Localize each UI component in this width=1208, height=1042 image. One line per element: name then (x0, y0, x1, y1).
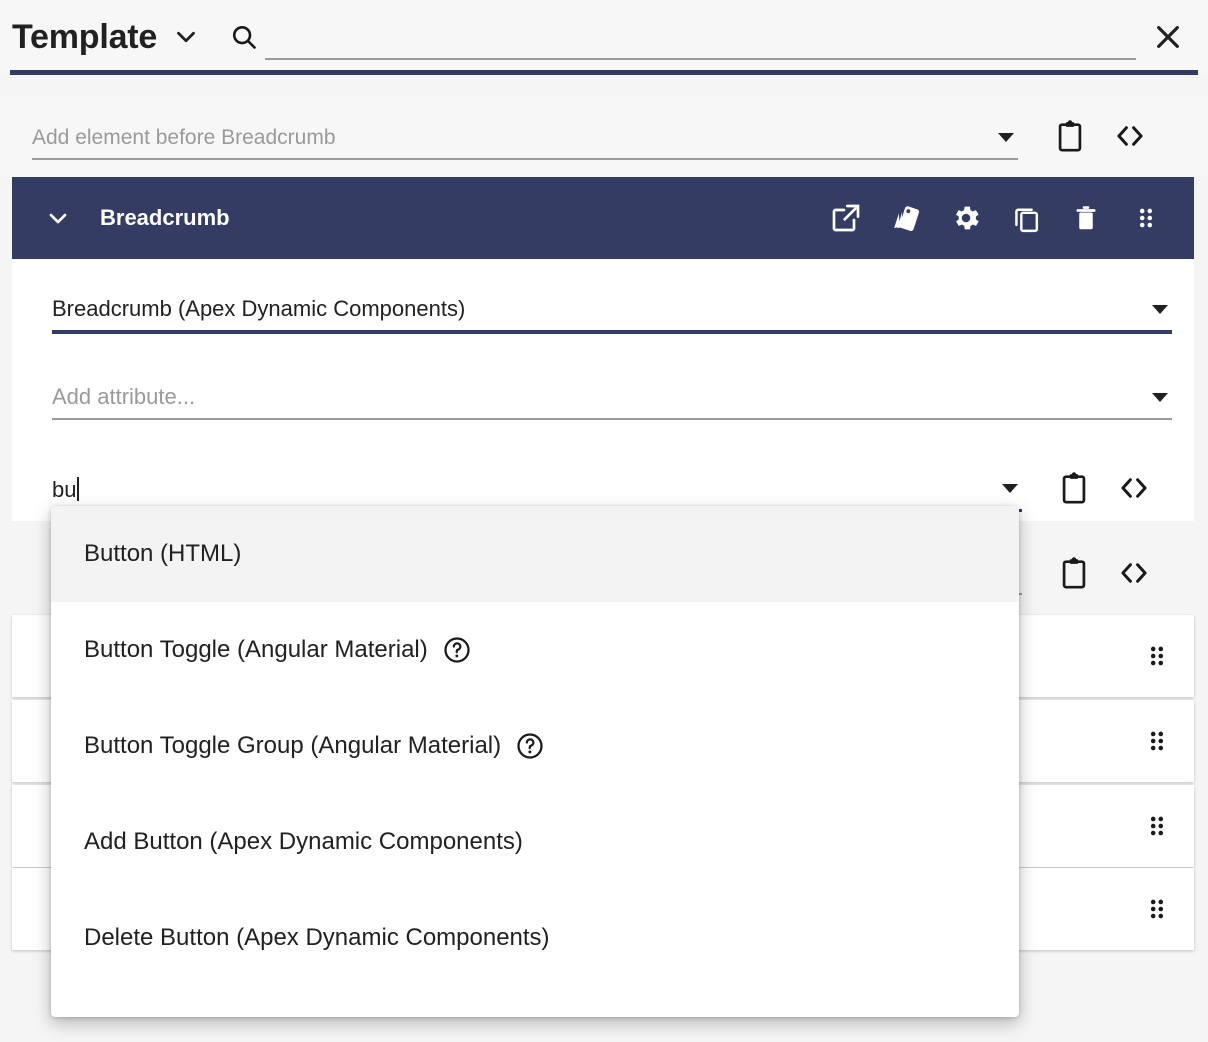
trash-icon[interactable] (1056, 188, 1116, 248)
copy-icon[interactable] (996, 188, 1056, 248)
add-attribute-placeholder: Add attribute... (52, 384, 196, 409)
close-icon[interactable] (1136, 5, 1200, 69)
autocomplete-option-delete-button[interactable]: Delete Button (Apex Dynamic Components) (51, 890, 1019, 986)
drag-handle-icon[interactable] (1144, 896, 1170, 922)
chevron-down-icon[interactable] (171, 22, 201, 52)
autocomplete-option-add-button[interactable]: Add Button (Apex Dynamic Components) (51, 794, 1019, 890)
autocomplete-option-button-html[interactable]: Button (HTML) (51, 506, 1019, 602)
gear-icon[interactable] (936, 188, 996, 248)
clipboard-icon[interactable] (1046, 460, 1102, 516)
drag-handle-icon[interactable] (1144, 643, 1170, 669)
autocomplete-option-label: Add Button (Apex Dynamic Components) (84, 828, 523, 855)
component-select-value: Breadcrumb (Apex Dynamic Components) (52, 296, 466, 321)
code-brackets-icon[interactable] (1102, 108, 1158, 164)
add-element-before-placeholder: Add element before Breadcrumb (32, 126, 336, 149)
add-element-before-select[interactable]: Add element before Breadcrumb (32, 112, 1018, 160)
search-icon[interactable] (229, 22, 259, 52)
child-element-input-value: bu (52, 477, 77, 502)
autocomplete-option-button-toggle-group[interactable]: Button Toggle Group (Angular Material) (51, 698, 1019, 794)
autocomplete-option-label: Button Toggle (Angular Material) (84, 636, 428, 663)
add-element-before-row: Add element before Breadcrumb (0, 95, 1208, 177)
element-header-label: Breadcrumb (100, 205, 230, 230)
template-editor-panel: Template Add element before Breadcrumb B… (0, 0, 1208, 1042)
drag-handle-icon[interactable] (1144, 813, 1170, 839)
autocomplete-option-label: Delete Button (Apex Dynamic Components) (84, 924, 550, 951)
text-cursor (77, 477, 80, 501)
search-field-wrapper (265, 14, 1136, 60)
element-body-breadcrumb: Breadcrumb (Apex Dynamic Components) Add… (12, 259, 1194, 521)
chevron-down-icon[interactable] (998, 133, 1014, 142)
autocomplete-dropdown[interactable]: Button (HTML) Button Toggle (Angular Mat… (51, 506, 1019, 1017)
clipboard-icon[interactable] (1042, 108, 1098, 164)
help-circle-icon[interactable] (515, 731, 545, 761)
autocomplete-option-button-toggle[interactable]: Button Toggle (Angular Material) (51, 602, 1019, 698)
add-attribute-select[interactable]: Add attribute... (52, 372, 1172, 420)
search-input[interactable] (265, 28, 1136, 60)
element-header-breadcrumb[interactable]: Breadcrumb (12, 177, 1194, 259)
component-select[interactable]: Breadcrumb (Apex Dynamic Components) (52, 286, 1172, 334)
window-topbar: Template (0, 0, 1208, 74)
chevron-down-icon[interactable] (1002, 484, 1018, 493)
help-circle-icon[interactable] (442, 635, 472, 665)
clipboard-icon[interactable] (1046, 545, 1102, 601)
child-element-input[interactable]: bu (52, 477, 1002, 509)
chevron-down-icon[interactable] (1152, 393, 1168, 402)
open-in-new-icon[interactable] (816, 188, 876, 248)
child-element-combobox[interactable]: bu (52, 464, 1022, 512)
autocomplete-option-label: Button Toggle Group (Angular Material) (84, 732, 502, 759)
element-header-actions (816, 188, 1194, 248)
code-brackets-icon[interactable] (1106, 460, 1162, 516)
code-brackets-icon[interactable] (1106, 545, 1162, 601)
header-accent-rule (10, 70, 1198, 75)
chevron-down-icon[interactable] (1152, 305, 1168, 314)
page-title: Template (12, 18, 158, 56)
chevron-down-icon[interactable] (44, 204, 72, 232)
style-palette-icon[interactable] (876, 188, 936, 248)
autocomplete-option-label: Button (HTML) (84, 540, 242, 567)
drag-handle-icon[interactable] (1116, 188, 1176, 248)
drag-handle-icon[interactable] (1144, 728, 1170, 754)
